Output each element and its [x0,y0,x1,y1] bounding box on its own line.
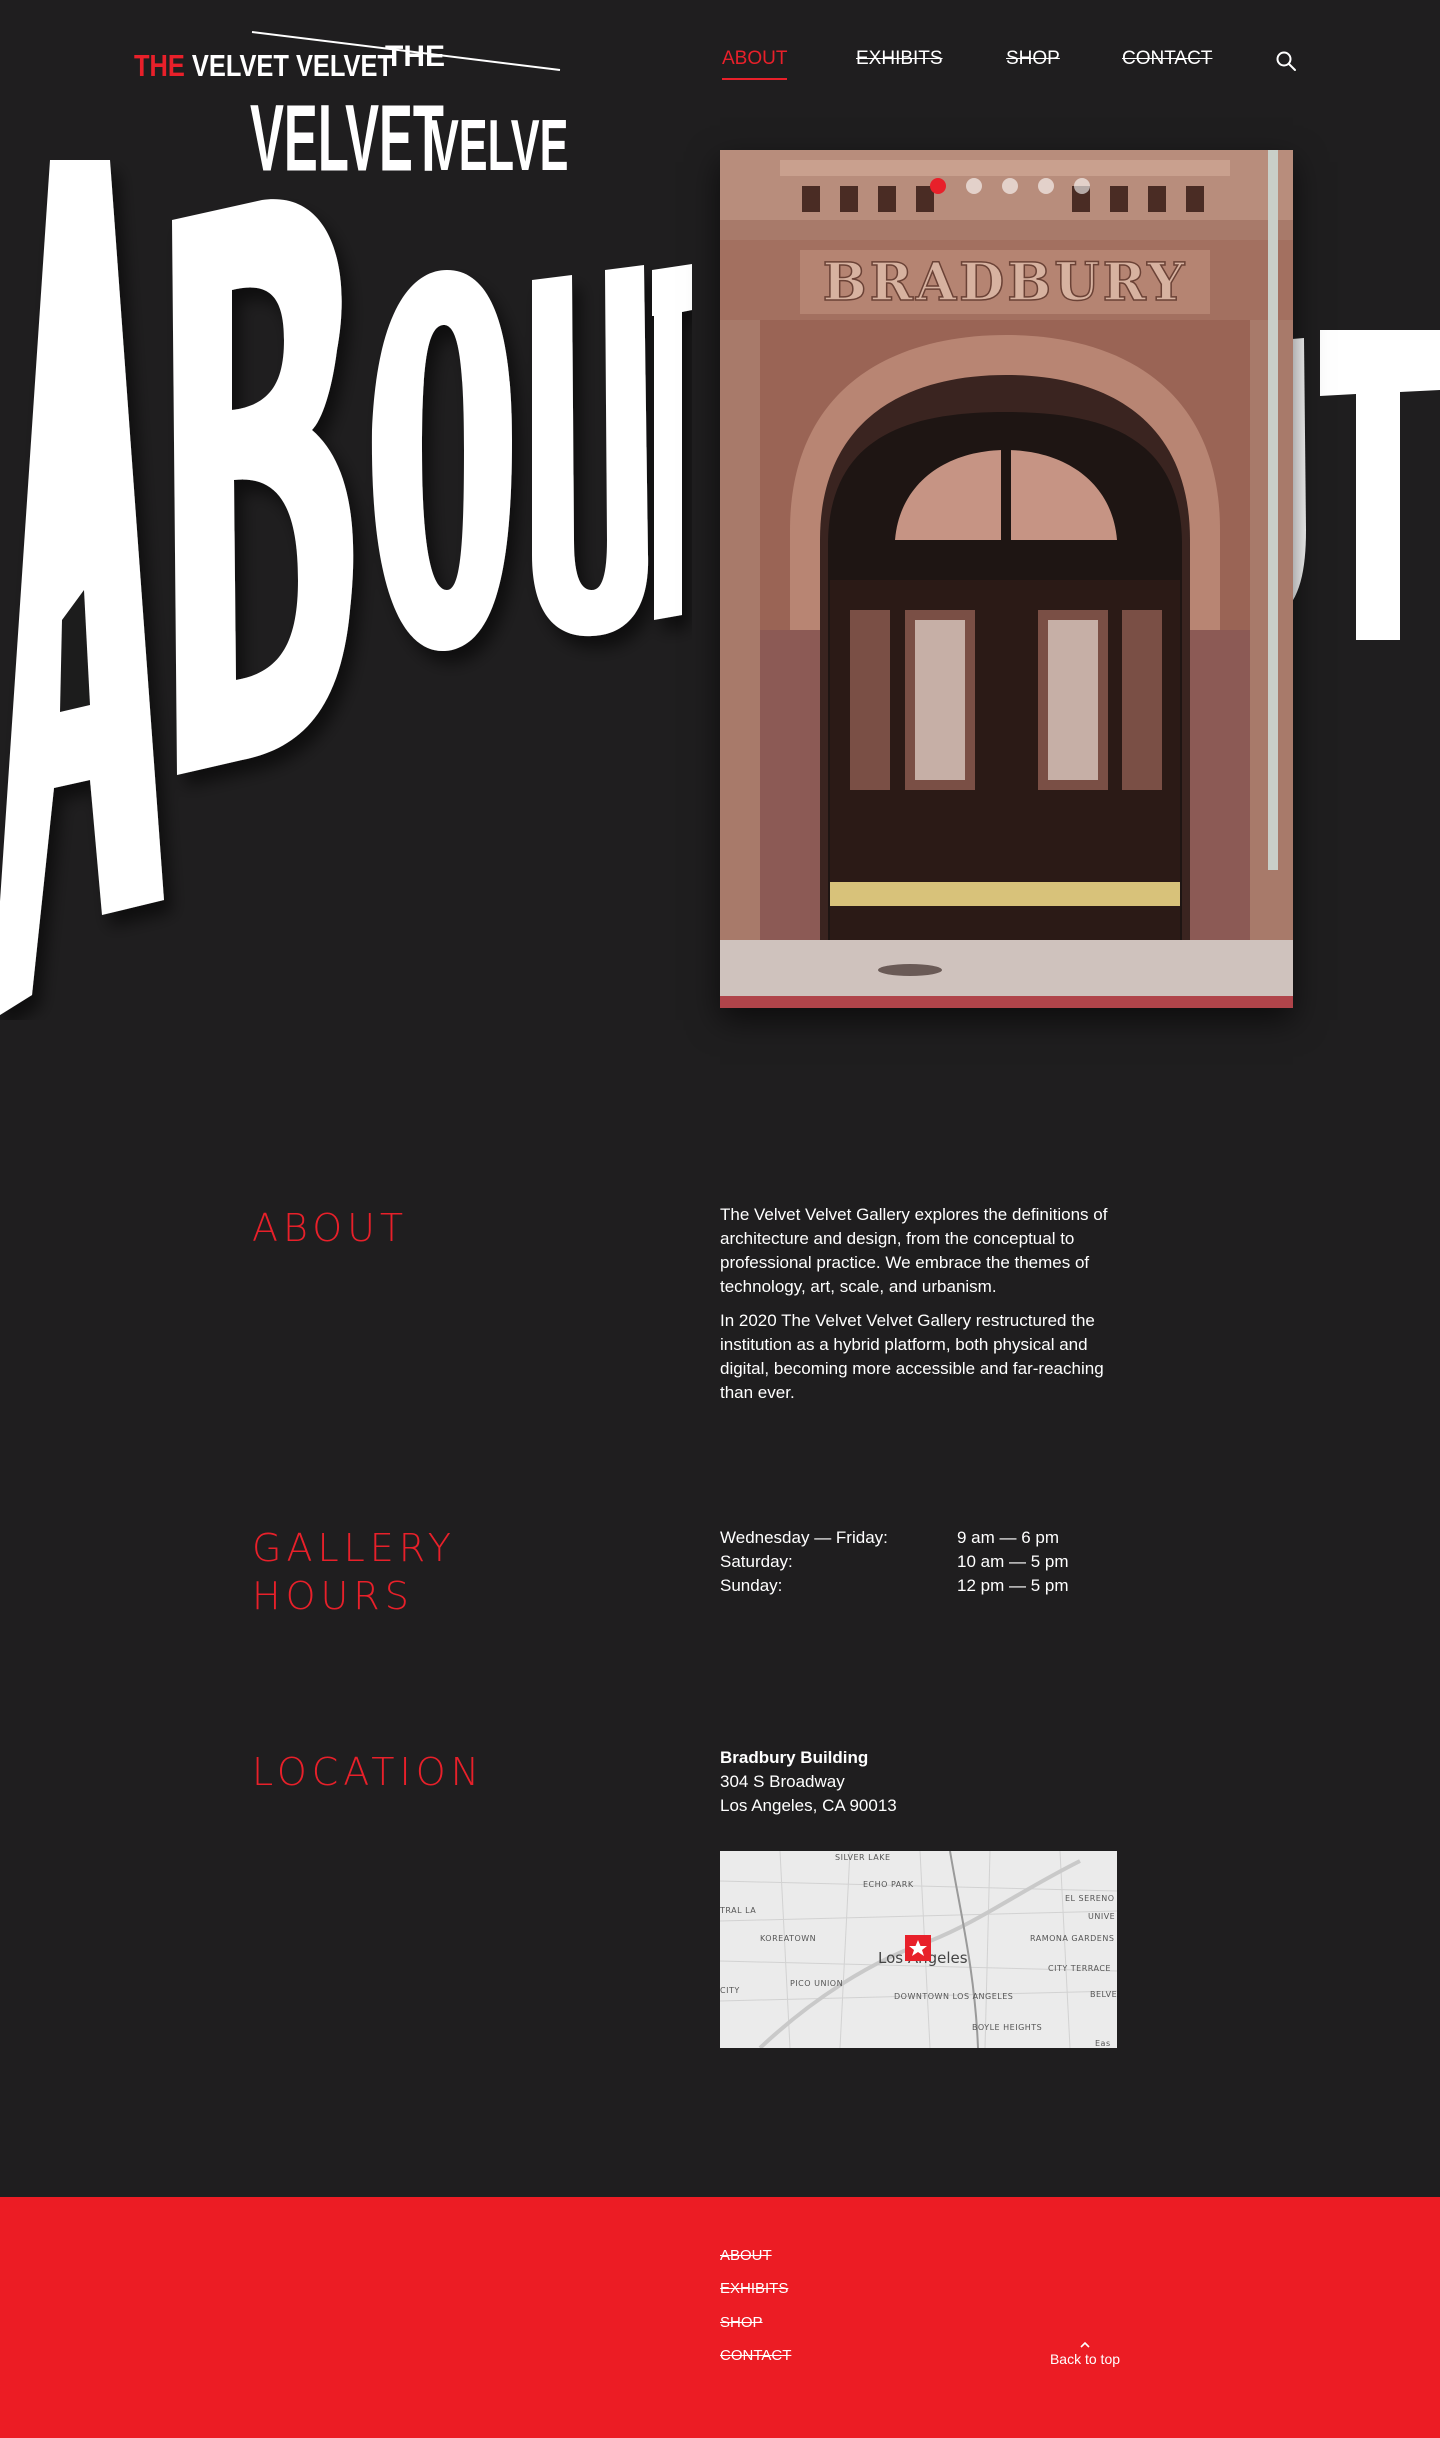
about-paragraph-1: The Velvet Velvet Gallery explores the d… [720,1205,1108,1296]
footer-logo-right: VELVET [430,105,568,186]
footer-link-about[interactable]: ABOUT [720,2247,772,2264]
map-place-label: CITY TERRACE [1048,1964,1111,1973]
hero-photo-bradbury: BRADBURY [720,150,1293,1008]
slider-dot-4[interactable] [1038,178,1054,194]
hours-time: 9 am — 6 pm [957,1528,1060,1547]
footer-link-contact[interactable]: CONTACT [720,2347,791,2364]
hours-time: 10 am — 5 pm [957,1552,1069,1571]
map-place-label: ECHO PARK [863,1880,914,1889]
hero-about-word-repeat [1280,330,1440,640]
slider-dot-1[interactable] [930,178,946,194]
map-place-label: DOWNTOWN LOS ANGELES [894,1992,1013,2001]
nav-contact[interactable]: CONTACT [1122,48,1212,70]
chevron-up-icon [1080,2341,1090,2348]
gallery-hours-title-line-2: HOURS [252,1574,414,1618]
map-place-label: UNIVE HIL [1088,1912,1117,1921]
about-title: ABOUT [252,1206,409,1250]
hours-row: Sunday: 12 pm — 5 pm [720,1574,1140,1598]
map-place-label: EL SERENO [1065,1894,1115,1903]
footer-logo-left: VELVET [250,86,444,192]
search-icon[interactable] [1275,50,1297,72]
map-place-label: Eas [1095,2039,1111,2048]
logo-the: THE [134,48,185,83]
map-place-label: TRAL LA [720,1906,756,1915]
location-city: Los Angeles, CA 90013 [720,1796,897,1815]
hero-about-word [0,160,692,1015]
hours-row: Wednesday — Friday: 9 am — 6 pm [720,1526,1140,1550]
back-to-top-label: Back to top [1049,2351,1121,2367]
map-place-label: CITY [720,1986,740,1995]
hours-table: Wednesday — Friday: 9 am — 6 pm Saturday… [720,1526,1140,1598]
map-place-label: KOREATOWN [760,1934,816,1943]
nav-exhibits[interactable]: EXHIBITS [856,48,943,70]
map-place-label: PICO UNION [790,1979,843,1988]
map-place-label: BELVE [1090,1990,1117,1999]
footer-link-exhibits[interactable]: EXHIBITS [720,2280,788,2297]
footer-logo-the: THE [385,40,445,73]
back-to-top-button[interactable]: Back to top [1040,2339,1130,2367]
nav-shop[interactable]: SHOP [1006,48,1060,70]
location-address: Bradbury Building 304 S Broadway Los Ang… [720,1746,1120,1818]
map-place-label: SILVER LAKE [835,1853,891,1862]
hours-time: 12 pm — 5 pm [957,1576,1069,1595]
about-paragraph-2: In 2020 The Velvet Velvet Gallery restru… [720,1311,1104,1402]
slider-dot-3[interactable] [1002,178,1018,194]
hours-day: Saturday: [720,1552,793,1571]
location-map[interactable]: SILVER LAKE ECHO PARK KOREATOWN PICO UNI… [720,1851,1117,2048]
location-title: LOCATION [252,1750,485,1794]
gallery-hours-title: GALLERY HOURS [252,1524,456,1620]
footer-logo[interactable]: THE VELVET VELVET [250,30,568,210]
map-place-label: BOYLE HEIGHTS [972,2023,1042,2032]
location-street: 304 S Broadway [720,1772,845,1791]
hours-row: Saturday: 10 am — 5 pm [720,1550,1140,1574]
hours-day: Wednesday — Friday: [720,1528,888,1547]
map-place-label: RAMONA GARDENS [1030,1934,1114,1943]
location-name: Bradbury Building [720,1748,869,1767]
bradbury-sign: BRADBURY [823,252,1188,313]
slider-dot-5[interactable] [1074,178,1090,194]
about-text: The Velvet Velvet Gallery explores the d… [720,1203,1120,1415]
hours-day: Sunday: [720,1576,783,1595]
gallery-hours-title-line-1: GALLERY [252,1526,456,1570]
nav-about[interactable]: ABOUT [722,48,788,80]
footer-link-shop[interactable]: SHOP [720,2314,763,2331]
slider-dot-2[interactable] [966,178,982,194]
